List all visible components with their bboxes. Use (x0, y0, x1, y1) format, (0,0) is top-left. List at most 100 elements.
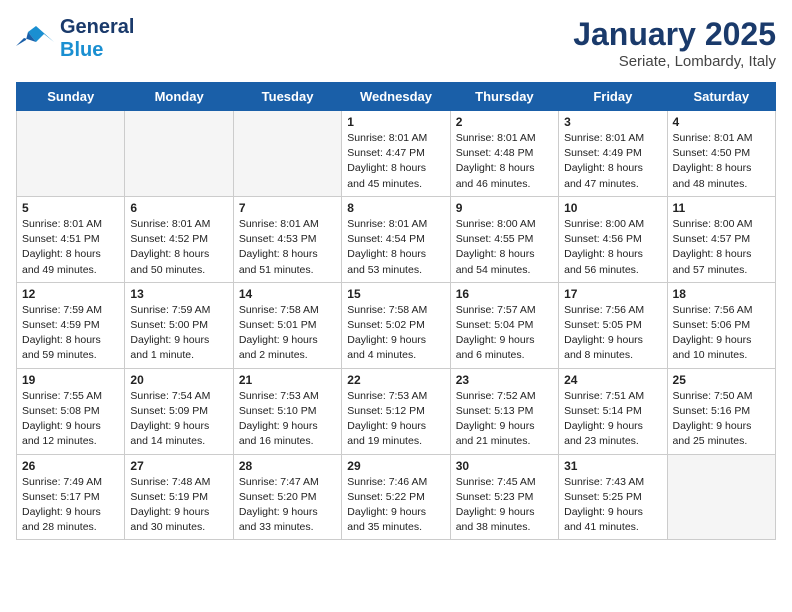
calendar-day-cell: 15Sunrise: 7:58 AM Sunset: 5:02 PM Dayli… (342, 282, 450, 368)
day-number: 8 (347, 201, 444, 215)
calendar-day-cell: 9Sunrise: 8:00 AM Sunset: 4:55 PM Daylig… (450, 196, 558, 282)
day-info: Sunrise: 7:50 AM Sunset: 5:16 PM Dayligh… (673, 389, 770, 450)
logo-text-block: General Blue (60, 16, 134, 62)
calendar-day-cell: 2Sunrise: 8:01 AM Sunset: 4:48 PM Daylig… (450, 111, 558, 197)
calendar-body: 1 Sunrise: 8:01 AM Sunset: 4:47 PM Daylig… (17, 111, 776, 540)
calendar-week-row: 12Sunrise: 7:59 AM Sunset: 4:59 PM Dayli… (17, 282, 776, 368)
day-info: Sunrise: 8:01 AM Sunset: 4:49 PM Dayligh… (564, 131, 661, 192)
day-of-week-header: Tuesday (233, 83, 341, 111)
calendar-day-cell: 22 Sunrise: 7:53 AM Sunset: 5:12 PM Dayli… (342, 368, 450, 454)
page-subtitle: Seriate, Lombardy, Italy (573, 53, 776, 70)
day-info: Sunrise: 7:47 AM Sunset: 5:20 PM Dayligh… (239, 475, 336, 536)
calendar-day-cell: 31 Sunrise: 7:43 AM Sunset: 5:25 PM Dayli… (559, 454, 667, 540)
page-header: General Blue January 2025 Seriate, Lomba… (16, 16, 776, 70)
calendar-day-cell: 23 Sunrise: 7:52 AM Sunset: 5:13 PM Dayli… (450, 368, 558, 454)
calendar-day-cell: 20 Sunrise: 7:54 AM Sunset: 5:09 PM Dayli… (125, 368, 233, 454)
calendar-day-cell: 16 Sunrise: 7:57 AM Sunset: 5:04 PM Dayli… (450, 282, 558, 368)
day-number: 7 (239, 201, 336, 215)
day-number: 31 (564, 459, 661, 473)
day-number: 14 (239, 287, 336, 301)
calendar-day-cell: 3Sunrise: 8:01 AM Sunset: 4:49 PM Daylig… (559, 111, 667, 197)
logo-general: General (60, 16, 134, 39)
day-number: 29 (347, 459, 444, 473)
day-number: 1 (347, 115, 444, 129)
day-of-week-header: Saturday (667, 83, 775, 111)
calendar-day-cell: 25Sunrise: 7:50 AM Sunset: 5:16 PM Dayli… (667, 368, 775, 454)
day-of-week-header: Thursday (450, 83, 558, 111)
calendar-day-cell: 4 Sunrise: 8:01 AM Sunset: 4:50 PM Daylig… (667, 111, 775, 197)
calendar-day-cell: 14 Sunrise: 7:58 AM Sunset: 5:01 PM Dayli… (233, 282, 341, 368)
day-info: Sunrise: 7:56 AM Sunset: 5:06 PM Dayligh… (673, 303, 770, 364)
day-number: 20 (130, 373, 227, 387)
calendar-day-cell (17, 111, 125, 197)
day-number: 17 (564, 287, 661, 301)
day-number: 26 (22, 459, 119, 473)
day-info: Sunrise: 8:01 AM Sunset: 4:54 PM Dayligh… (347, 217, 444, 278)
day-number: 16 (456, 287, 553, 301)
calendar-day-cell (667, 454, 775, 540)
calendar-day-cell: 28 Sunrise: 7:47 AM Sunset: 5:20 PM Dayli… (233, 454, 341, 540)
calendar-day-cell: 13Sunrise: 7:59 AM Sunset: 5:00 PM Dayli… (125, 282, 233, 368)
calendar-day-cell: 1 Sunrise: 8:01 AM Sunset: 4:47 PM Daylig… (342, 111, 450, 197)
calendar-day-cell: 19 Sunrise: 7:55 AM Sunset: 5:08 PM Dayli… (17, 368, 125, 454)
logo: General Blue (16, 16, 134, 62)
day-number: 24 (564, 373, 661, 387)
day-number: 28 (239, 459, 336, 473)
day-number: 9 (456, 201, 553, 215)
day-info: Sunrise: 8:01 AM Sunset: 4:53 PM Dayligh… (239, 217, 336, 278)
day-info: Sunrise: 7:49 AM Sunset: 5:17 PM Dayligh… (22, 475, 119, 536)
day-info: Sunrise: 7:58 AM Sunset: 5:02 PM Dayligh… (347, 303, 444, 364)
day-info: Sunrise: 8:01 AM Sunset: 4:50 PM Dayligh… (673, 131, 770, 192)
day-number: 22 (347, 373, 444, 387)
calendar-day-cell: 5Sunrise: 8:01 AM Sunset: 4:51 PM Daylig… (17, 196, 125, 282)
logo-icon (16, 24, 54, 54)
day-info: Sunrise: 7:58 AM Sunset: 5:01 PM Dayligh… (239, 303, 336, 364)
day-of-week-header: Monday (125, 83, 233, 111)
day-of-week-header: Sunday (17, 83, 125, 111)
day-info: Sunrise: 7:53 AM Sunset: 5:12 PM Dayligh… (347, 389, 444, 450)
day-of-week-header: Wednesday (342, 83, 450, 111)
day-info: Sunrise: 7:46 AM Sunset: 5:22 PM Dayligh… (347, 475, 444, 536)
title-block: January 2025 Seriate, Lombardy, Italy (573, 16, 776, 70)
calendar-week-row: 5Sunrise: 8:01 AM Sunset: 4:51 PM Daylig… (17, 196, 776, 282)
page-title: January 2025 (573, 16, 776, 53)
day-info: Sunrise: 7:43 AM Sunset: 5:25 PM Dayligh… (564, 475, 661, 536)
logo-blue: Blue (60, 39, 103, 62)
day-info: Sunrise: 7:57 AM Sunset: 5:04 PM Dayligh… (456, 303, 553, 364)
calendar-day-cell: 7 Sunrise: 8:01 AM Sunset: 4:53 PM Daylig… (233, 196, 341, 282)
day-info: Sunrise: 8:01 AM Sunset: 4:48 PM Dayligh… (456, 131, 553, 192)
day-info: Sunrise: 8:01 AM Sunset: 4:47 PM Dayligh… (347, 131, 444, 192)
day-number: 10 (564, 201, 661, 215)
day-number: 11 (673, 201, 770, 215)
day-info: Sunrise: 8:00 AM Sunset: 4:57 PM Dayligh… (673, 217, 770, 278)
day-number: 12 (22, 287, 119, 301)
day-number: 23 (456, 373, 553, 387)
day-number: 4 (673, 115, 770, 129)
day-info: Sunrise: 8:01 AM Sunset: 4:51 PM Dayligh… (22, 217, 119, 278)
day-number: 19 (22, 373, 119, 387)
day-info: Sunrise: 7:56 AM Sunset: 5:05 PM Dayligh… (564, 303, 661, 364)
day-number: 18 (673, 287, 770, 301)
calendar-day-cell: 27 Sunrise: 7:48 AM Sunset: 5:19 PM Dayli… (125, 454, 233, 540)
calendar-table: SundayMondayTuesdayWednesdayThursdayFrid… (16, 82, 776, 540)
day-info: Sunrise: 7:53 AM Sunset: 5:10 PM Dayligh… (239, 389, 336, 450)
calendar-day-cell: 18 Sunrise: 7:56 AM Sunset: 5:06 PM Dayli… (667, 282, 775, 368)
calendar-day-cell: 6Sunrise: 8:01 AM Sunset: 4:52 PM Daylig… (125, 196, 233, 282)
calendar-day-cell: 12Sunrise: 7:59 AM Sunset: 4:59 PM Dayli… (17, 282, 125, 368)
day-info: Sunrise: 7:45 AM Sunset: 5:23 PM Dayligh… (456, 475, 553, 536)
day-info: Sunrise: 7:48 AM Sunset: 5:19 PM Dayligh… (130, 475, 227, 536)
day-number: 21 (239, 373, 336, 387)
day-info: Sunrise: 8:00 AM Sunset: 4:56 PM Dayligh… (564, 217, 661, 278)
day-info: Sunrise: 7:54 AM Sunset: 5:09 PM Dayligh… (130, 389, 227, 450)
day-info: Sunrise: 8:01 AM Sunset: 4:52 PM Dayligh… (130, 217, 227, 278)
calendar-day-cell: 24 Sunrise: 7:51 AM Sunset: 5:14 PM Dayli… (559, 368, 667, 454)
calendar-day-cell (125, 111, 233, 197)
day-number: 27 (130, 459, 227, 473)
day-info: Sunrise: 7:51 AM Sunset: 5:14 PM Dayligh… (564, 389, 661, 450)
day-of-week-header: Friday (559, 83, 667, 111)
day-number: 13 (130, 287, 227, 301)
day-number: 30 (456, 459, 553, 473)
calendar-day-cell: 17 Sunrise: 7:56 AM Sunset: 5:05 PM Dayli… (559, 282, 667, 368)
day-info: Sunrise: 7:55 AM Sunset: 5:08 PM Dayligh… (22, 389, 119, 450)
day-info: Sunrise: 7:52 AM Sunset: 5:13 PM Dayligh… (456, 389, 553, 450)
